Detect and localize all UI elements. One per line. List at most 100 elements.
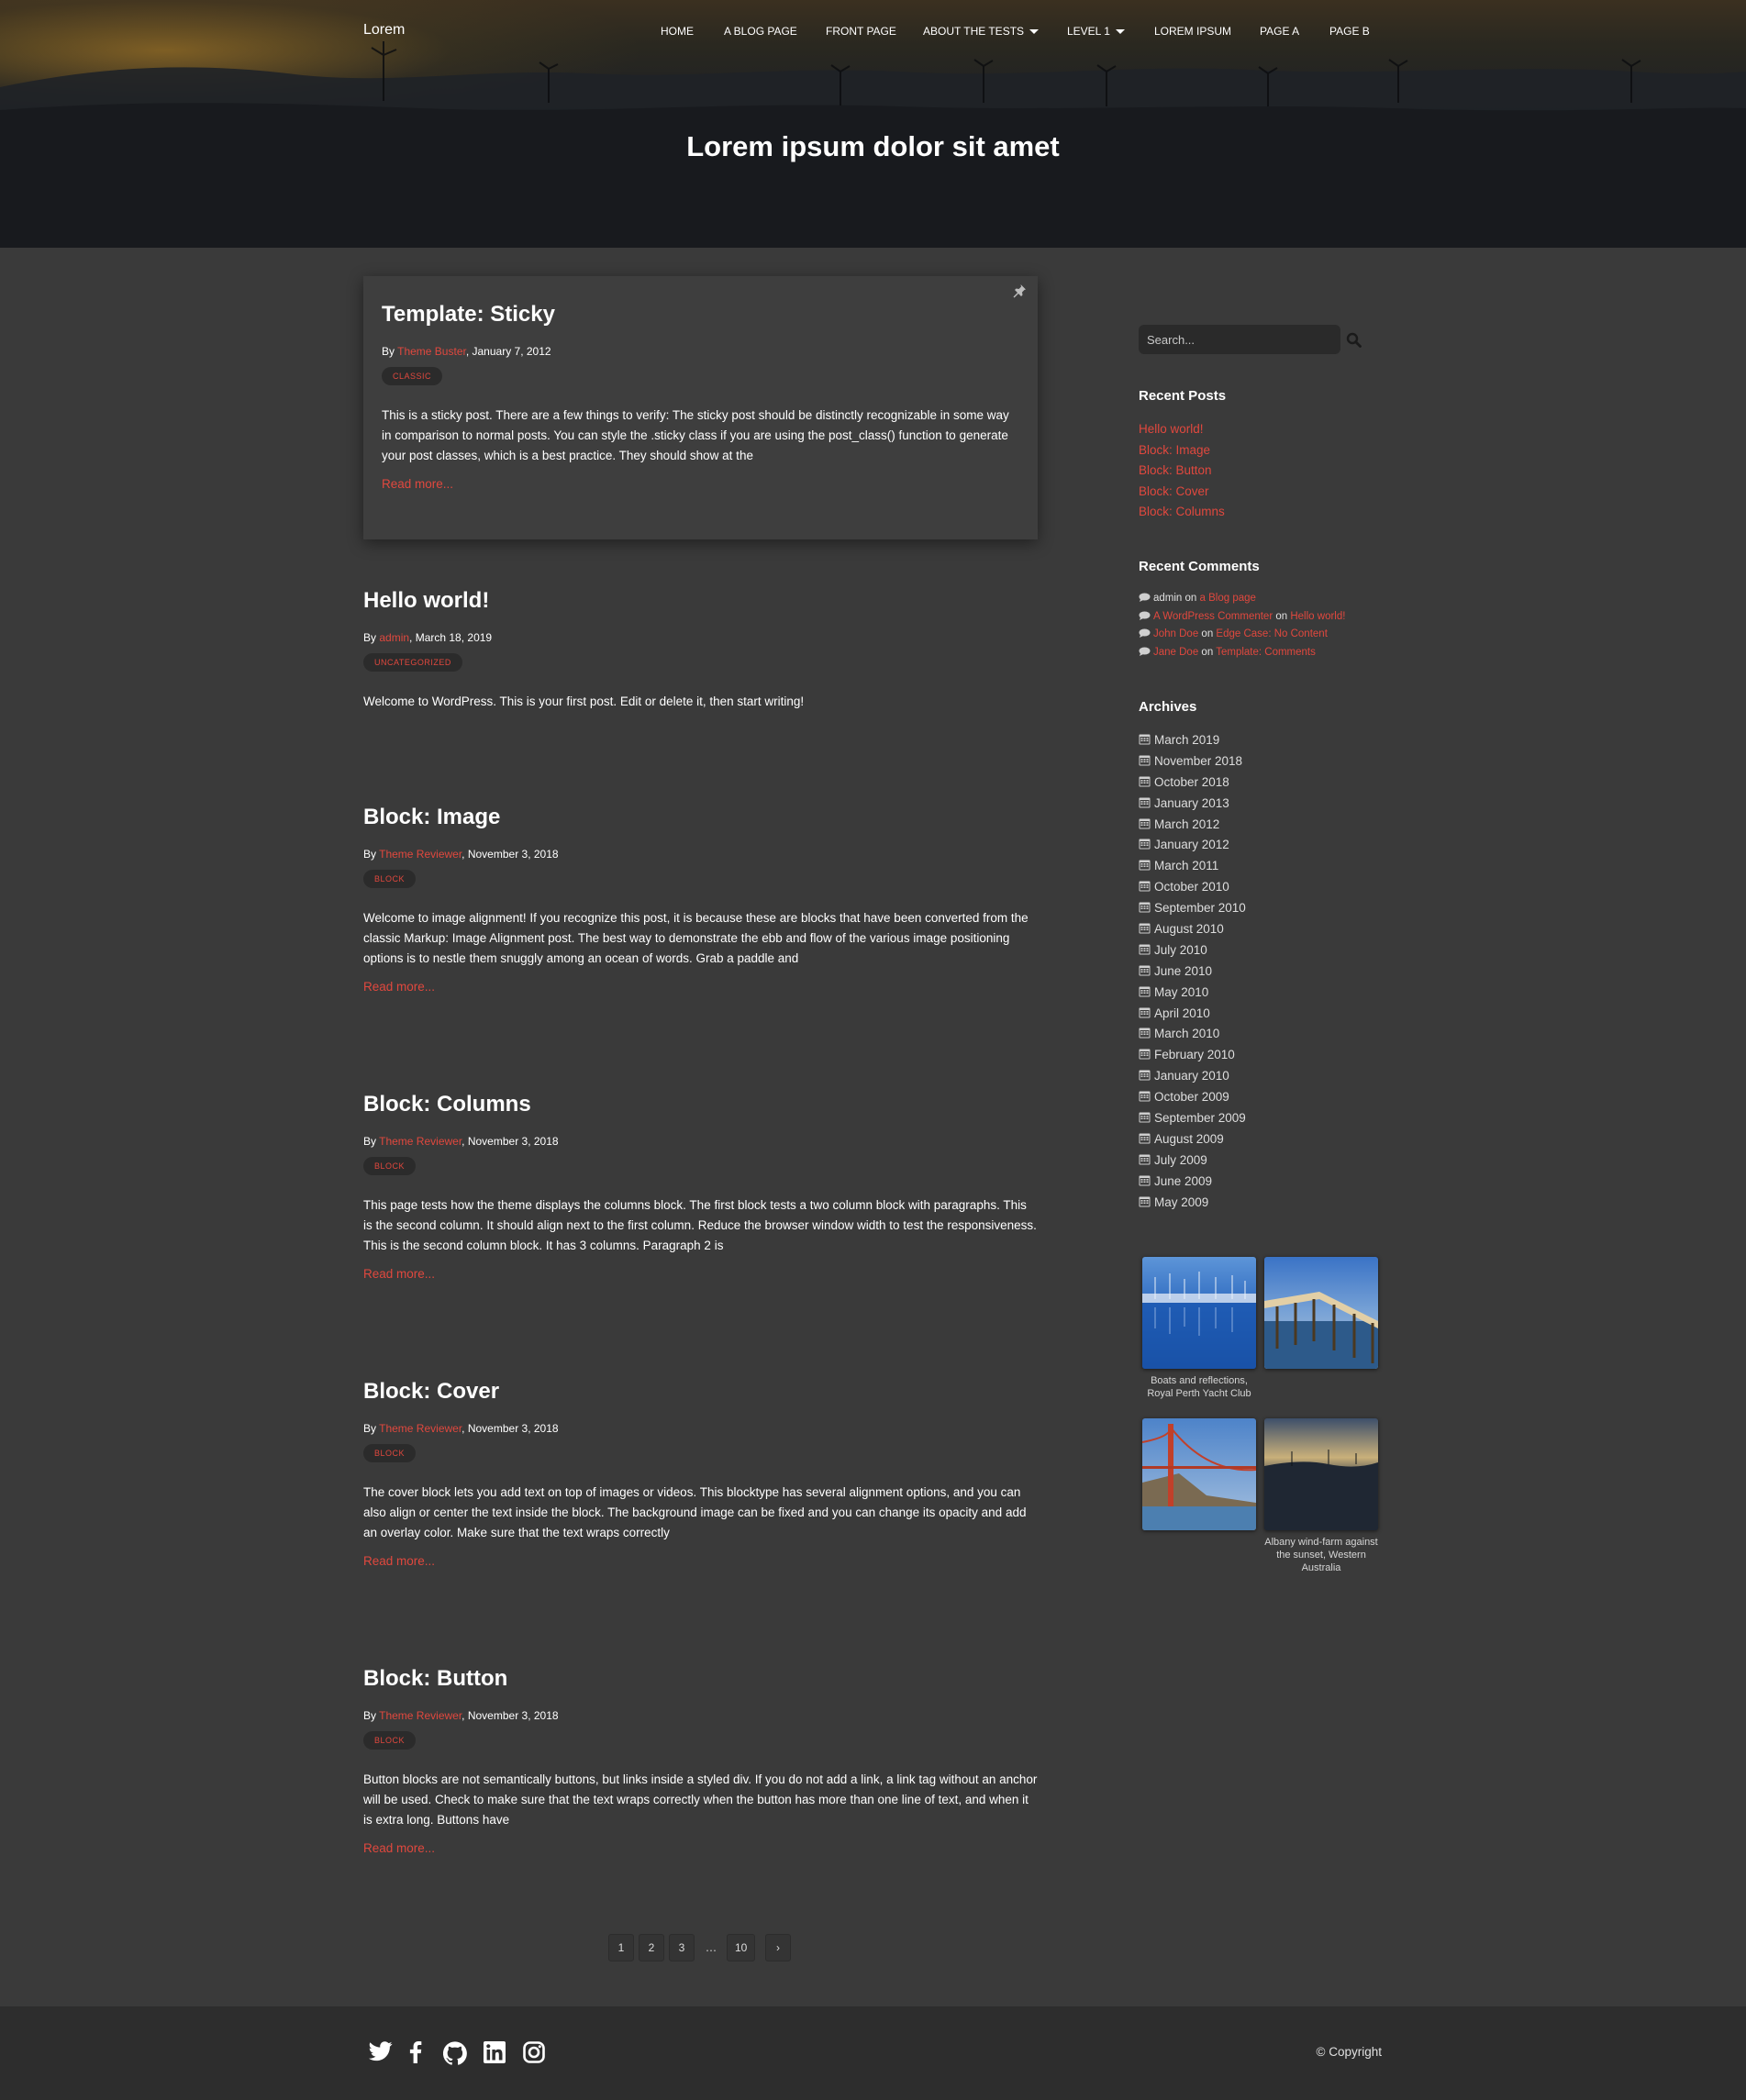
- post-author-link[interactable]: Theme Buster: [397, 345, 466, 358]
- read-more-link[interactable]: Read more...: [363, 980, 1038, 994]
- recent-post-link[interactable]: Block: Cover: [1139, 484, 1225, 506]
- calendar-icon: [1139, 1049, 1151, 1060]
- post-title[interactable]: Template: Sticky: [382, 302, 1019, 328]
- post-title[interactable]: Block: Image: [363, 805, 1038, 830]
- post-author-link[interactable]: Theme Reviewer: [379, 1422, 462, 1435]
- category-badge[interactable]: BLOCK: [363, 1157, 417, 1175]
- nav-item-page-b[interactable]: PAGE B: [1329, 25, 1370, 38]
- post-title[interactable]: Block: Cover: [363, 1379, 1038, 1405]
- recent-post-link[interactable]: Block: Image: [1139, 443, 1225, 464]
- post-author-link[interactable]: admin: [379, 631, 409, 644]
- comment-post-link[interactable]: Hello world!: [1290, 611, 1345, 622]
- archive-link[interactable]: March 2011: [1154, 859, 1218, 872]
- archive-link[interactable]: July 2009: [1154, 1153, 1207, 1167]
- comment-item: John Doe on Edge Case: No Content: [1139, 628, 1345, 647]
- archive-link[interactable]: April 2010: [1154, 1006, 1210, 1020]
- archive-link[interactable]: November 2018: [1154, 754, 1242, 768]
- read-more-link[interactable]: Read more...: [363, 1554, 1038, 1568]
- nav-item-label: ABOUT THE TESTS: [923, 25, 1025, 38]
- archive-link[interactable]: June 2009: [1154, 1174, 1212, 1188]
- post-block-columns: Block: Columns By Theme Reviewer, Novemb…: [363, 1092, 1038, 1281]
- comment-post-link[interactable]: Edge Case: No Content: [1216, 628, 1327, 639]
- calendar-icon: [1139, 944, 1151, 955]
- archive-link[interactable]: February 2010: [1154, 1048, 1235, 1061]
- comment-author-link[interactable]: John Doe: [1153, 628, 1198, 639]
- archive-link[interactable]: October 2010: [1154, 880, 1229, 894]
- next-page-button[interactable]: ›: [765, 1934, 791, 1961]
- gallery-thumb-jetty[interactable]: [1264, 1257, 1378, 1369]
- post-by: By: [363, 848, 380, 861]
- recent-post-link[interactable]: Hello world!: [1139, 422, 1225, 443]
- page-button-1[interactable]: 1: [608, 1934, 634, 1961]
- post-excerpt: Welcome to image alignment! If you recog…: [363, 911, 1029, 965]
- gallery-thumb-windfarm[interactable]: [1264, 1418, 1378, 1530]
- archive-link[interactable]: March 2010: [1154, 1027, 1219, 1040]
- read-more-link[interactable]: Read more...: [382, 477, 1019, 491]
- archive-item: January 2013: [1139, 796, 1246, 817]
- caret-down-icon: [1029, 29, 1040, 35]
- archive-link[interactable]: June 2010: [1154, 964, 1212, 978]
- category-badge[interactable]: BLOCK: [363, 1731, 417, 1750]
- archive-link[interactable]: August 2009: [1154, 1132, 1224, 1146]
- search-icon[interactable]: [1346, 332, 1362, 349]
- category-badge[interactable]: BLOCK: [363, 1444, 417, 1462]
- instagram-icon[interactable]: [523, 2041, 545, 2067]
- category-badge[interactable]: BLOCK: [363, 870, 417, 888]
- post-sticky: Template: Sticky By Theme Buster, Januar…: [363, 276, 1038, 539]
- archive-link[interactable]: May 2010: [1154, 985, 1208, 999]
- page-button-10[interactable]: 10: [727, 1934, 756, 1961]
- archive-item: October 2018: [1139, 775, 1246, 796]
- nav-item-lorem-ipsum[interactable]: LOREM IPSUM: [1154, 25, 1231, 38]
- post-title[interactable]: Block: Columns: [363, 1092, 1038, 1117]
- archive-link[interactable]: March 2019: [1154, 733, 1219, 747]
- archive-link[interactable]: May 2009: [1154, 1195, 1208, 1209]
- post-title[interactable]: Hello world!: [363, 588, 1038, 614]
- archive-link[interactable]: August 2010: [1154, 922, 1224, 936]
- post-date: , November 3, 2018: [462, 848, 559, 861]
- category-badge[interactable]: UNCATEGORIZED: [363, 653, 462, 672]
- archive-link[interactable]: October 2009: [1154, 1090, 1229, 1104]
- nav-item-front-page[interactable]: FRONT PAGE: [826, 25, 896, 38]
- comment-post-link[interactable]: Template: Comments: [1216, 647, 1316, 658]
- recent-post-link[interactable]: Block: Columns: [1139, 505, 1225, 526]
- comment-author-link[interactable]: Jane Doe: [1153, 647, 1198, 658]
- post-author-link[interactable]: Theme Reviewer: [379, 1709, 462, 1722]
- archive-link[interactable]: March 2012: [1154, 817, 1219, 831]
- search-input[interactable]: [1139, 325, 1340, 354]
- nav-item-home[interactable]: HOME: [661, 25, 694, 38]
- nav-item-level-1[interactable]: LEVEL 1: [1067, 25, 1125, 38]
- post-title[interactable]: Block: Button: [363, 1666, 1038, 1692]
- archive-link[interactable]: September 2009: [1154, 1111, 1246, 1125]
- archive-link[interactable]: October 2018: [1154, 775, 1229, 789]
- post-author-link[interactable]: Theme Reviewer: [379, 848, 462, 861]
- read-more-link[interactable]: Read more...: [363, 1841, 1038, 1855]
- post-meta: By Theme Reviewer, November 3, 2018: [363, 1709, 1038, 1722]
- github-icon[interactable]: [442, 2041, 467, 2069]
- read-more-link[interactable]: Read more...: [363, 1267, 1038, 1281]
- archive-link[interactable]: July 2010: [1154, 943, 1207, 957]
- page-button-3[interactable]: 3: [669, 1934, 695, 1961]
- twitter-icon[interactable]: [369, 2041, 393, 2065]
- archive-link[interactable]: January 2012: [1154, 838, 1229, 851]
- nav-item-about-the-tests[interactable]: ABOUT THE TESTS: [923, 25, 1040, 38]
- gallery-thumb-boats[interactable]: [1142, 1257, 1256, 1369]
- comment-post-link[interactable]: a Blog page: [1200, 593, 1256, 604]
- comment-on: on: [1182, 593, 1200, 604]
- page-button-2[interactable]: 2: [639, 1934, 664, 1961]
- post-author-link[interactable]: Theme Reviewer: [379, 1135, 462, 1148]
- archive-link[interactable]: January 2010: [1154, 1069, 1229, 1083]
- archive-link[interactable]: September 2010: [1154, 901, 1246, 915]
- post-by: By: [363, 1135, 380, 1148]
- archive-link[interactable]: January 2013: [1154, 796, 1229, 810]
- gallery-thumb-bridge[interactable]: [1142, 1418, 1256, 1530]
- nav-item-page-a[interactable]: PAGE A: [1260, 25, 1299, 38]
- category-badge[interactable]: CLASSIC: [382, 367, 443, 385]
- nav-item-blog-page[interactable]: A BLOG PAGE: [724, 25, 797, 38]
- calendar-icon: [1139, 1175, 1151, 1186]
- recent-post-link[interactable]: Block: Button: [1139, 463, 1225, 484]
- comment-author-link[interactable]: A WordPress Commenter: [1153, 611, 1273, 622]
- linkedin-icon[interactable]: [484, 2041, 506, 2067]
- facebook-icon[interactable]: [409, 2041, 422, 2067]
- post-meta: By Theme Reviewer, November 3, 2018: [363, 1135, 1038, 1148]
- post-date: , March 18, 2019: [409, 631, 493, 644]
